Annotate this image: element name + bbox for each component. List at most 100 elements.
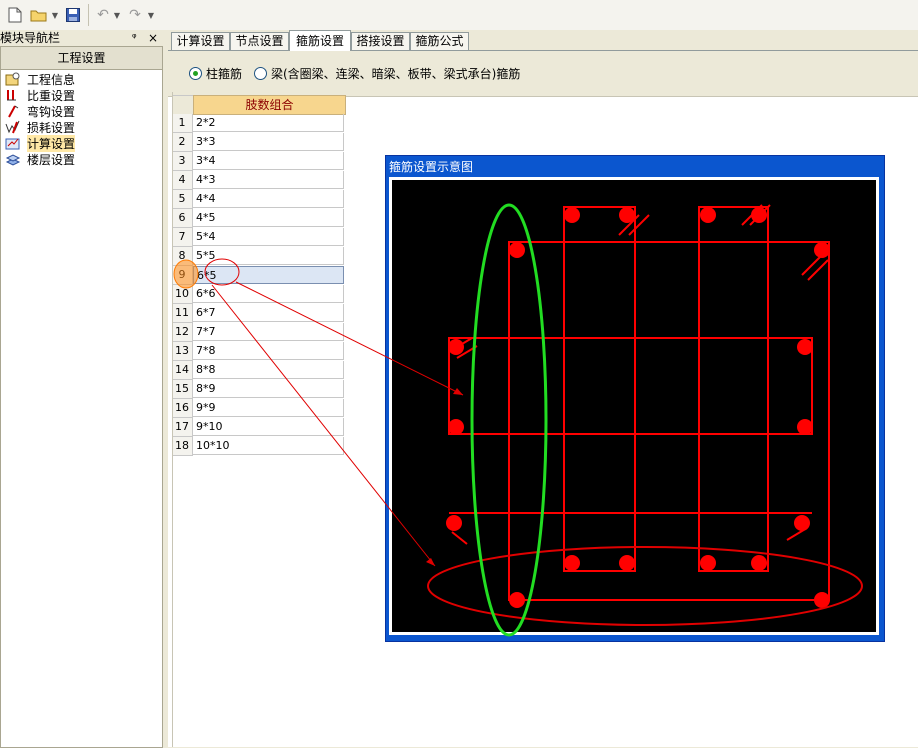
row-number[interactable]: 6 xyxy=(172,209,193,228)
nav-titlebar: 模块导航栏 ᵠ × xyxy=(0,30,163,47)
grid-cell[interactable]: 5*4 xyxy=(193,228,344,246)
close-icon[interactable]: × xyxy=(148,30,158,46)
tab-stirrup-settings[interactable]: 箍筋设置 xyxy=(289,30,351,51)
grid-cell[interactable]: 3*3 xyxy=(193,133,344,151)
grid-cell[interactable]: 4*4 xyxy=(193,190,344,208)
redo-icon[interactable]: ↷ xyxy=(126,5,144,25)
rebar-dot xyxy=(564,207,580,223)
row-number[interactable]: 11 xyxy=(172,304,193,323)
stirrup-diagram-window[interactable]: 箍筋设置示意图 xyxy=(385,155,885,642)
nav-item-loss[interactable]: 损耗设置 xyxy=(5,119,75,135)
grid-cell[interactable]: 4*5 xyxy=(193,209,344,227)
row-number[interactable]: 13 xyxy=(172,342,193,361)
grid-cell[interactable]: 2*2 xyxy=(193,114,344,132)
nav-item-weight[interactable]: 比重设置 xyxy=(5,87,75,103)
grid-cell[interactable]: 8*9 xyxy=(193,380,344,398)
nav-item-floor[interactable]: 楼层设置 xyxy=(5,151,75,167)
info-icon xyxy=(5,72,21,86)
row-number[interactable]: 8 xyxy=(172,247,193,266)
undo-dropdown-icon[interactable]: ▼ xyxy=(112,5,122,25)
rebar-dot xyxy=(700,555,716,571)
content-divider xyxy=(172,92,173,747)
column-stirrup-radio[interactable]: 柱箍筋 xyxy=(189,65,242,82)
grid-column-header[interactable]: 肢数组合 xyxy=(193,95,346,115)
grid-corner xyxy=(172,95,194,115)
row-number[interactable]: 9 xyxy=(172,266,193,285)
grid-cell[interactable]: 5*5 xyxy=(193,247,344,265)
row-number[interactable]: 5 xyxy=(172,190,193,209)
new-file-icon[interactable] xyxy=(6,5,24,25)
stirrup-diagram xyxy=(446,204,830,608)
row-number[interactable]: 14 xyxy=(172,361,193,380)
inner-stirrup-left xyxy=(563,206,636,572)
row-number[interactable]: 17 xyxy=(172,418,193,437)
grid-cell[interactable]: 6*5 xyxy=(193,266,344,284)
nav-item-project-info[interactable]: 工程信息 xyxy=(5,71,75,87)
stirrup-type-options: 柱箍筋 梁(含圈梁、连梁、暗梁、板带、梁式承台)箍筋 xyxy=(168,51,918,97)
radio-label: 梁(含圈梁、连梁、暗梁、板带、梁式承台)箍筋 xyxy=(271,67,521,81)
save-icon[interactable] xyxy=(64,5,82,25)
toolbar-separator xyxy=(88,4,89,26)
grid-cell[interactable]: 3*4 xyxy=(193,152,344,170)
row-number[interactable]: 2 xyxy=(172,133,193,152)
row-number[interactable]: 16 xyxy=(172,399,193,418)
grid-cell[interactable]: 6*7 xyxy=(193,304,344,322)
tab-calc-settings[interactable]: 计算设置 xyxy=(171,32,230,50)
row-number[interactable]: 3 xyxy=(172,152,193,171)
nav-item-label: 工程信息 xyxy=(27,72,76,87)
nav-list: 工程信息 比重设置 弯钩设置 损耗设置 计算设置 楼层设置 xyxy=(0,70,163,748)
row-number[interactable]: 7 xyxy=(172,228,193,247)
tab-node-settings[interactable]: 节点设置 xyxy=(230,32,289,50)
row-number[interactable]: 18 xyxy=(172,437,193,456)
rebar-dot xyxy=(448,339,464,355)
inner-stirrup-right xyxy=(698,206,769,572)
beam-stirrup-radio[interactable]: 梁(含圈梁、连梁、暗梁、板带、梁式承台)箍筋 xyxy=(254,65,520,82)
diagram-frame xyxy=(389,177,879,635)
radio-unselected-icon[interactable] xyxy=(254,67,267,80)
loss-icon xyxy=(5,120,21,134)
grid-cell[interactable]: 9*10 xyxy=(193,418,344,436)
hook-mark xyxy=(451,531,468,545)
open-folder-icon[interactable] xyxy=(30,5,48,25)
tab-lap-settings[interactable]: 搭接设置 xyxy=(351,32,410,50)
tab-stirrup-formula[interactable]: 箍筋公式 xyxy=(410,32,469,50)
nav-item-hook[interactable]: 弯钩设置 xyxy=(5,103,75,119)
rebar-dot xyxy=(814,592,830,608)
row-number[interactable]: 1 xyxy=(172,114,193,133)
calc-icon xyxy=(5,136,21,150)
diagram-title[interactable]: 箍筋设置示意图 xyxy=(386,156,884,176)
grid-cell[interactable]: 7*8 xyxy=(193,342,344,360)
nav-item-calc[interactable]: 计算设置 xyxy=(5,134,76,152)
grid-cell[interactable]: 7*7 xyxy=(193,323,344,341)
radio-label: 柱箍筋 xyxy=(206,67,243,81)
nav-title: 模块导航栏 xyxy=(0,31,61,45)
nav-item-label: 计算设置 xyxy=(27,134,76,152)
radio-selected-icon[interactable] xyxy=(189,67,202,80)
grid-cell[interactable]: 6*6 xyxy=(193,285,344,303)
nav-item-label: 楼层设置 xyxy=(27,152,76,167)
row-number[interactable]: 15 xyxy=(172,380,193,399)
grid-cell[interactable]: 8*8 xyxy=(193,361,344,379)
grid-cell[interactable]: 10*10 xyxy=(193,437,344,455)
rebar-dot xyxy=(814,242,830,258)
row-number[interactable]: 12 xyxy=(172,323,193,342)
undo-icon[interactable]: ↶ xyxy=(94,5,112,25)
grid-cell[interactable]: 9*9 xyxy=(193,399,344,417)
row-number[interactable]: 4 xyxy=(172,171,193,190)
rebar-dot xyxy=(794,515,810,531)
diagram-canvas xyxy=(392,180,876,632)
rebar-dot xyxy=(509,592,525,608)
grid-cell[interactable]: 4*3 xyxy=(193,171,344,189)
rebar-dot xyxy=(797,339,813,355)
redo-dropdown-icon[interactable]: ▼ xyxy=(146,5,156,25)
rebar-dot xyxy=(700,207,716,223)
row-number[interactable]: 10 xyxy=(172,285,193,304)
floor-icon xyxy=(5,152,21,166)
open-dropdown-icon[interactable]: ▼ xyxy=(50,5,60,25)
horizontal-stirrup xyxy=(448,337,813,435)
nav-header[interactable]: 工程设置 xyxy=(0,46,163,70)
pin-icon[interactable]: ᵠ xyxy=(132,30,137,46)
rebar-dot xyxy=(751,555,767,571)
weight-icon xyxy=(5,88,21,102)
nav-item-label: 损耗设置 xyxy=(27,120,76,135)
